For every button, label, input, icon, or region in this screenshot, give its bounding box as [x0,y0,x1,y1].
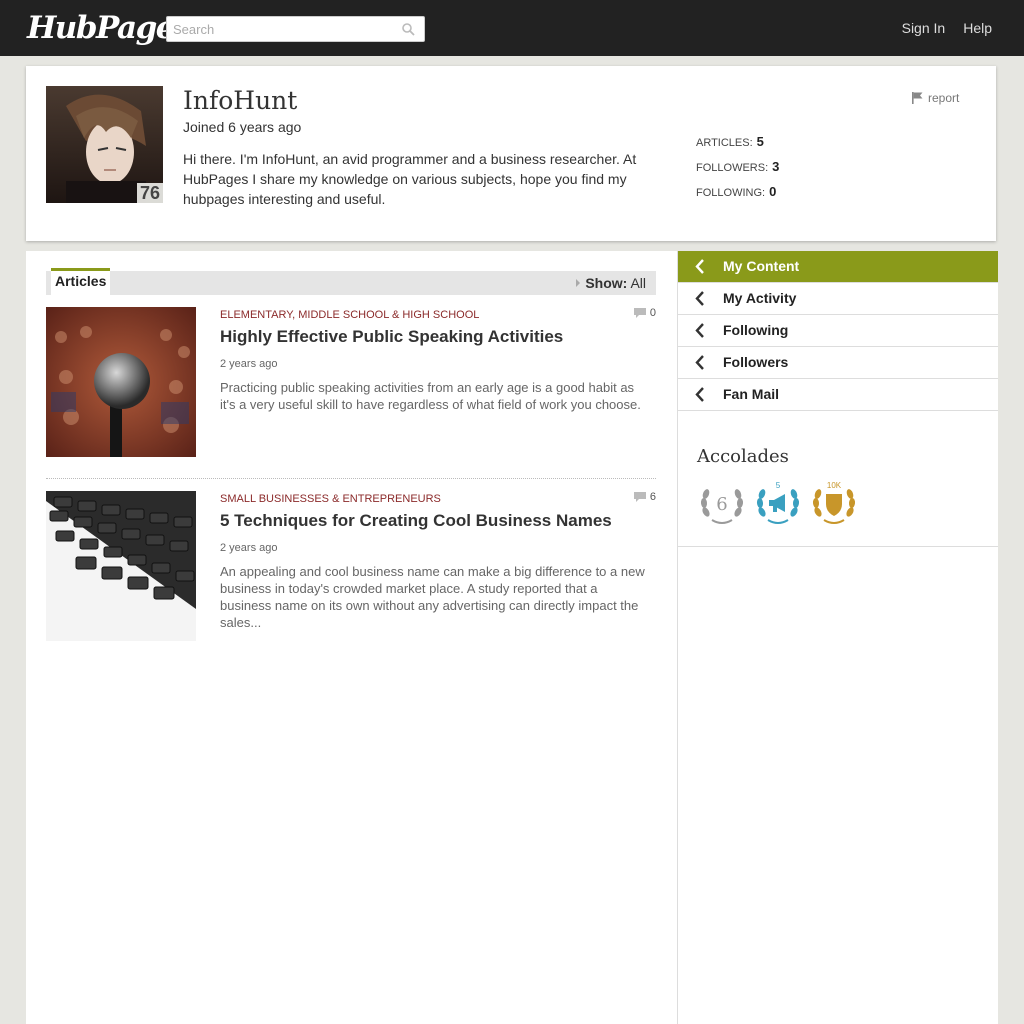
shield-laurel-badge-icon[interactable]: 10K [812,482,856,526]
comment-count: 6 [649,491,656,503]
articles-toolbar: Articles Show: All [46,268,656,295]
article-comments[interactable]: 0 [633,307,656,319]
sign-in-link[interactable]: Sign In [902,20,946,36]
report-link[interactable]: report [912,91,959,105]
profile-card: 76 InfoHunt Joined 6 years ago Hi there.… [26,66,996,241]
accolades-title: Accolades [697,446,789,467]
tab-articles[interactable]: Articles [51,268,111,295]
hubscore-laurel-badge-icon[interactable]: 6 [700,482,744,526]
header-nav: Sign In Help [902,20,992,36]
comment-icon [633,492,646,502]
stat-articles[interactable]: ARTICLES: 5 [696,130,779,155]
sidebar-item-my-content[interactable]: My Content [678,251,998,283]
chevron-left-icon [695,355,704,370]
sidebar-item-label: Followers [723,354,789,370]
chevron-left-icon [695,259,704,274]
keyboard-image [46,491,196,641]
stat-label: FOLLOWING: [696,187,766,199]
sidebar-item-my-activity[interactable]: My Activity [678,283,998,315]
article-excerpt: Practicing public speaking activities fr… [220,380,641,412]
stat-followers[interactable]: FOLLOWERS: 3 [696,155,779,180]
article-comments[interactable]: 6 [633,491,656,503]
article-date: 2 years ago [220,542,278,554]
comment-icon [633,308,646,318]
search-input[interactable] [167,17,393,41]
article-title-link[interactable]: 5 Techniques for Creating Cool Business … [220,511,612,531]
chevron-left-icon [695,387,704,402]
chevron-left-icon [695,291,704,306]
joined-date: Joined 6 years ago [183,119,302,135]
article-item: Elementary, Middle School & High School … [46,307,656,457]
show-value: All [630,275,646,291]
badge-text: 5 [776,482,781,490]
article-item: Small Businesses & Entrepreneurs 5 Techn… [46,491,656,641]
stat-label: ARTICLES: [696,137,753,149]
stat-following[interactable]: FOLLOWING: 0 [696,180,779,205]
stat-value: 5 [756,134,764,149]
hubscore-badge: 76 [136,183,163,203]
help-link[interactable]: Help [963,20,992,36]
profile-name: InfoHunt [183,86,298,115]
badge-text: 6 [716,494,727,515]
article-thumbnail-keyboard[interactable] [46,491,196,641]
article-category-link[interactable]: Small Businesses & Entrepreneurs [220,493,441,505]
search-icon[interactable] [402,23,415,36]
badge-text: 10K [827,482,842,490]
sidebar-item-label: My Content [723,258,800,274]
profile-bio: Hi there. I'm InfoHunt, an avid programm… [183,151,637,207]
sidebar: My Content My Activity Following Followe… [677,251,998,1024]
avatar[interactable]: 76 [46,86,163,203]
show-filter-dropdown[interactable]: Show: All [585,275,646,291]
sidebar-item-label: Following [723,322,789,338]
sidebar-item-following[interactable]: Following [678,315,998,347]
article-date: 2 years ago [220,358,278,370]
comment-count: 0 [649,307,656,319]
top-bar: HubPages® Sign In Help [0,0,1024,56]
sidebar-item-label: My Activity [723,290,797,306]
microphone-image [46,307,196,457]
sidebar-item-label: Fan Mail [723,386,780,402]
show-label: Show: [585,275,628,291]
show-arrow-icon [576,279,580,287]
stat-value: 0 [769,184,777,199]
search-box[interactable] [166,16,425,42]
article-title-link[interactable]: Highly Effective Public Speaking Activit… [220,327,563,347]
accolades-section: Accolades 6 5 10K [678,411,998,547]
sidebar-item-followers[interactable]: Followers [678,347,998,379]
article-excerpt: An appealing and cool business name can … [220,564,645,630]
article-category-link[interactable]: Elementary, Middle School & High School [220,309,479,321]
article-thumbnail-microphone[interactable] [46,307,196,457]
report-label: report [928,91,960,105]
article-divider [46,478,656,479]
stat-label: FOLLOWERS: [696,162,769,174]
main-content: Articles Show: All Elementary, Middle Sc [26,251,677,1024]
megaphone-laurel-badge-icon[interactable]: 5 [756,482,800,526]
chevron-left-icon [695,323,704,338]
flag-icon [912,92,923,104]
profile-stats: ARTICLES: 5 FOLLOWERS: 3 FOLLOWING: 0 [696,130,779,205]
sidebar-item-fan-mail[interactable]: Fan Mail [678,379,998,411]
stat-value: 3 [772,159,780,174]
